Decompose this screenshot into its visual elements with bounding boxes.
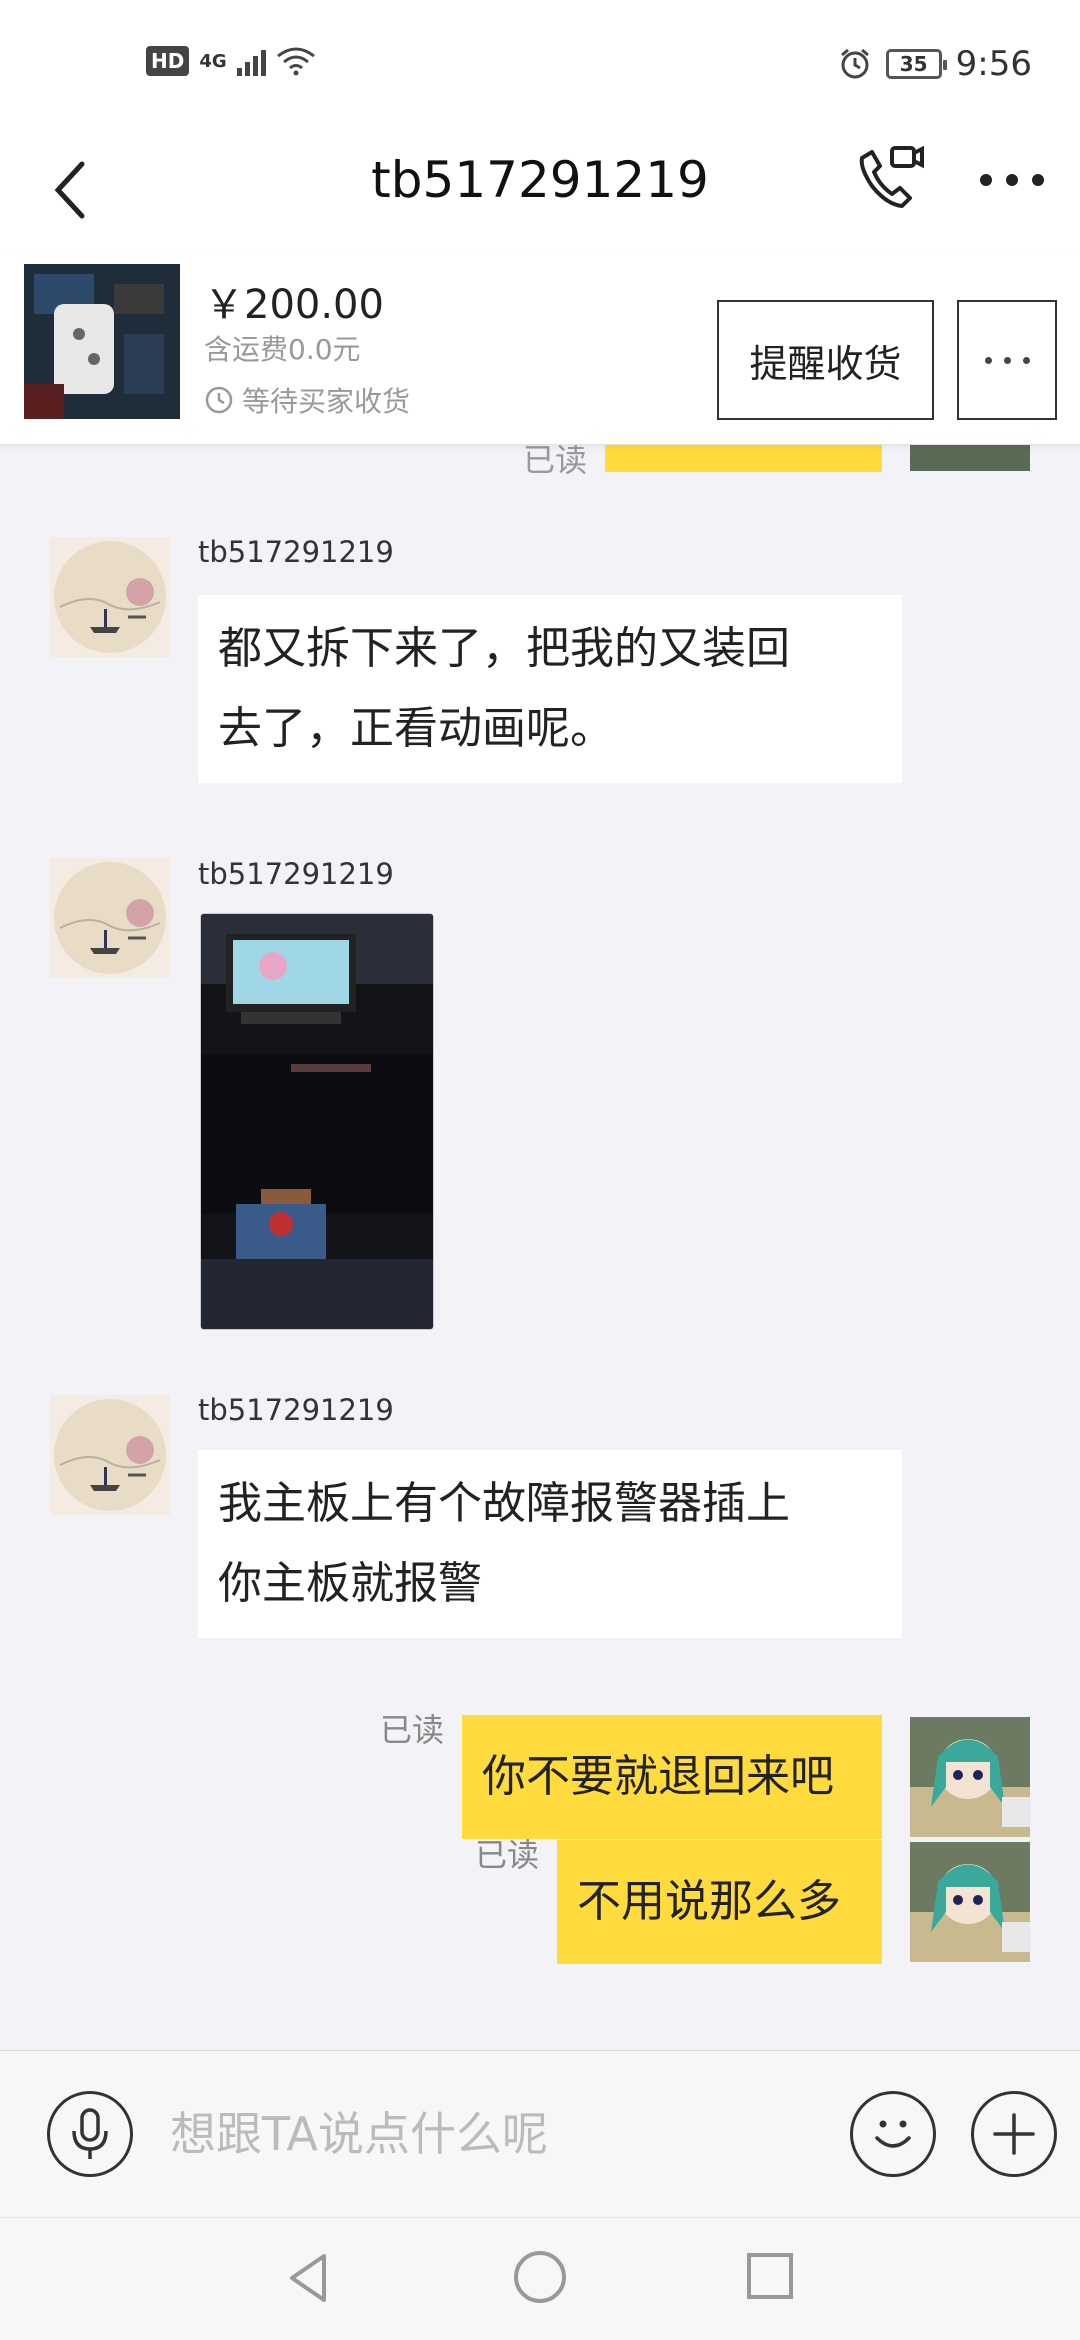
image-message[interactable] bbox=[200, 913, 434, 1330]
chat-messages[interactable]: 已读 tb517291219 都又拆下来了，把我的又装回 去了，正看动画呢。 t… bbox=[0, 445, 1080, 2050]
message-bubble-partial[interactable] bbox=[605, 445, 882, 472]
input-bar bbox=[0, 2050, 1080, 2217]
dot-icon bbox=[1006, 174, 1018, 186]
order-card: ￥200.00 含运费0.0元 等待买家收货 提醒收货 bbox=[0, 250, 1080, 445]
message-bubble-outgoing[interactable]: 不用说那么多 bbox=[557, 1840, 882, 1964]
microphone-icon bbox=[72, 2108, 108, 2159]
plus-icon bbox=[993, 2113, 1035, 2155]
sender-avatar[interactable] bbox=[50, 1395, 170, 1515]
message-line: 去了，正看动画呢。 bbox=[218, 703, 614, 754]
chat-header: tb517291219 bbox=[0, 130, 1080, 250]
message-line: 你主板就报警 bbox=[218, 1558, 482, 1609]
message-bubble[interactable]: 我主板上有个故障报警器插上 你主板就报警 bbox=[198, 1450, 902, 1638]
message-bubble[interactable]: 都又拆下来了，把我的又装回 去了，正看动画呢。 bbox=[198, 595, 902, 783]
battery-level: 35 bbox=[899, 52, 928, 76]
sender-name: tb517291219 bbox=[198, 1393, 394, 1427]
message-bubble-outgoing[interactable]: 你不要就退回来吧 bbox=[462, 1715, 882, 1839]
emoji-button[interactable] bbox=[850, 2091, 936, 2177]
read-receipt: 已读 bbox=[380, 1711, 445, 1749]
dot-icon bbox=[1032, 174, 1044, 186]
dot-icon bbox=[1022, 356, 1030, 364]
more-actions-button[interactable] bbox=[971, 2091, 1057, 2177]
status-bar: HD 4G 35 9:56 bbox=[0, 0, 1080, 130]
video-call-icon bbox=[859, 145, 924, 208]
signal-icon bbox=[236, 46, 266, 76]
nav-recent-apps-button[interactable] bbox=[747, 2253, 793, 2299]
triangle-back-icon bbox=[290, 2254, 326, 2302]
dot-icon bbox=[984, 356, 992, 364]
battery-icon: 35 bbox=[885, 49, 947, 79]
nav-home-button[interactable] bbox=[514, 2251, 566, 2303]
hd-badge: HD bbox=[146, 46, 190, 76]
wifi-icon bbox=[276, 47, 315, 76]
voice-button[interactable] bbox=[47, 2091, 133, 2177]
order-more-button[interactable] bbox=[957, 300, 1057, 420]
dot-icon bbox=[1003, 356, 1011, 364]
order-price: ￥200.00 bbox=[204, 282, 384, 328]
product-thumbnail[interactable] bbox=[24, 264, 180, 419]
clock: 9:56 bbox=[955, 44, 1032, 84]
my-avatar[interactable] bbox=[910, 1842, 1030, 1962]
call-button[interactable] bbox=[850, 138, 930, 218]
my-avatar[interactable] bbox=[910, 1717, 1030, 1837]
order-status: 等待买家收货 bbox=[204, 380, 410, 420]
read-receipt: 已读 bbox=[475, 1836, 540, 1874]
nav-back-button[interactable] bbox=[280, 2248, 340, 2308]
alarm-icon bbox=[840, 48, 869, 79]
message-line: 我主板上有个故障报警器插上 bbox=[218, 1478, 790, 1529]
remind-receipt-button[interactable]: 提醒收货 bbox=[717, 300, 934, 420]
message-line: 都又拆下来了，把我的又装回 bbox=[218, 623, 790, 674]
sender-avatar[interactable] bbox=[50, 858, 170, 978]
sender-name: tb517291219 bbox=[198, 857, 394, 891]
more-menu-button[interactable] bbox=[980, 170, 1050, 190]
dot-icon bbox=[980, 174, 992, 186]
system-navigation-bar bbox=[0, 2217, 1080, 2340]
network-type: 4G bbox=[199, 50, 227, 72]
my-avatar[interactable] bbox=[910, 445, 1030, 471]
sender-avatar[interactable] bbox=[50, 537, 170, 657]
clock-icon bbox=[205, 386, 233, 414]
message-input[interactable] bbox=[170, 2086, 810, 2182]
smiley-icon bbox=[875, 2120, 911, 2148]
order-status-text: 等待买家收货 bbox=[242, 385, 411, 418]
sender-name: tb517291219 bbox=[198, 535, 394, 569]
read-receipt: 已读 bbox=[523, 445, 588, 479]
shipping-fee: 含运费0.0元 bbox=[204, 333, 361, 366]
